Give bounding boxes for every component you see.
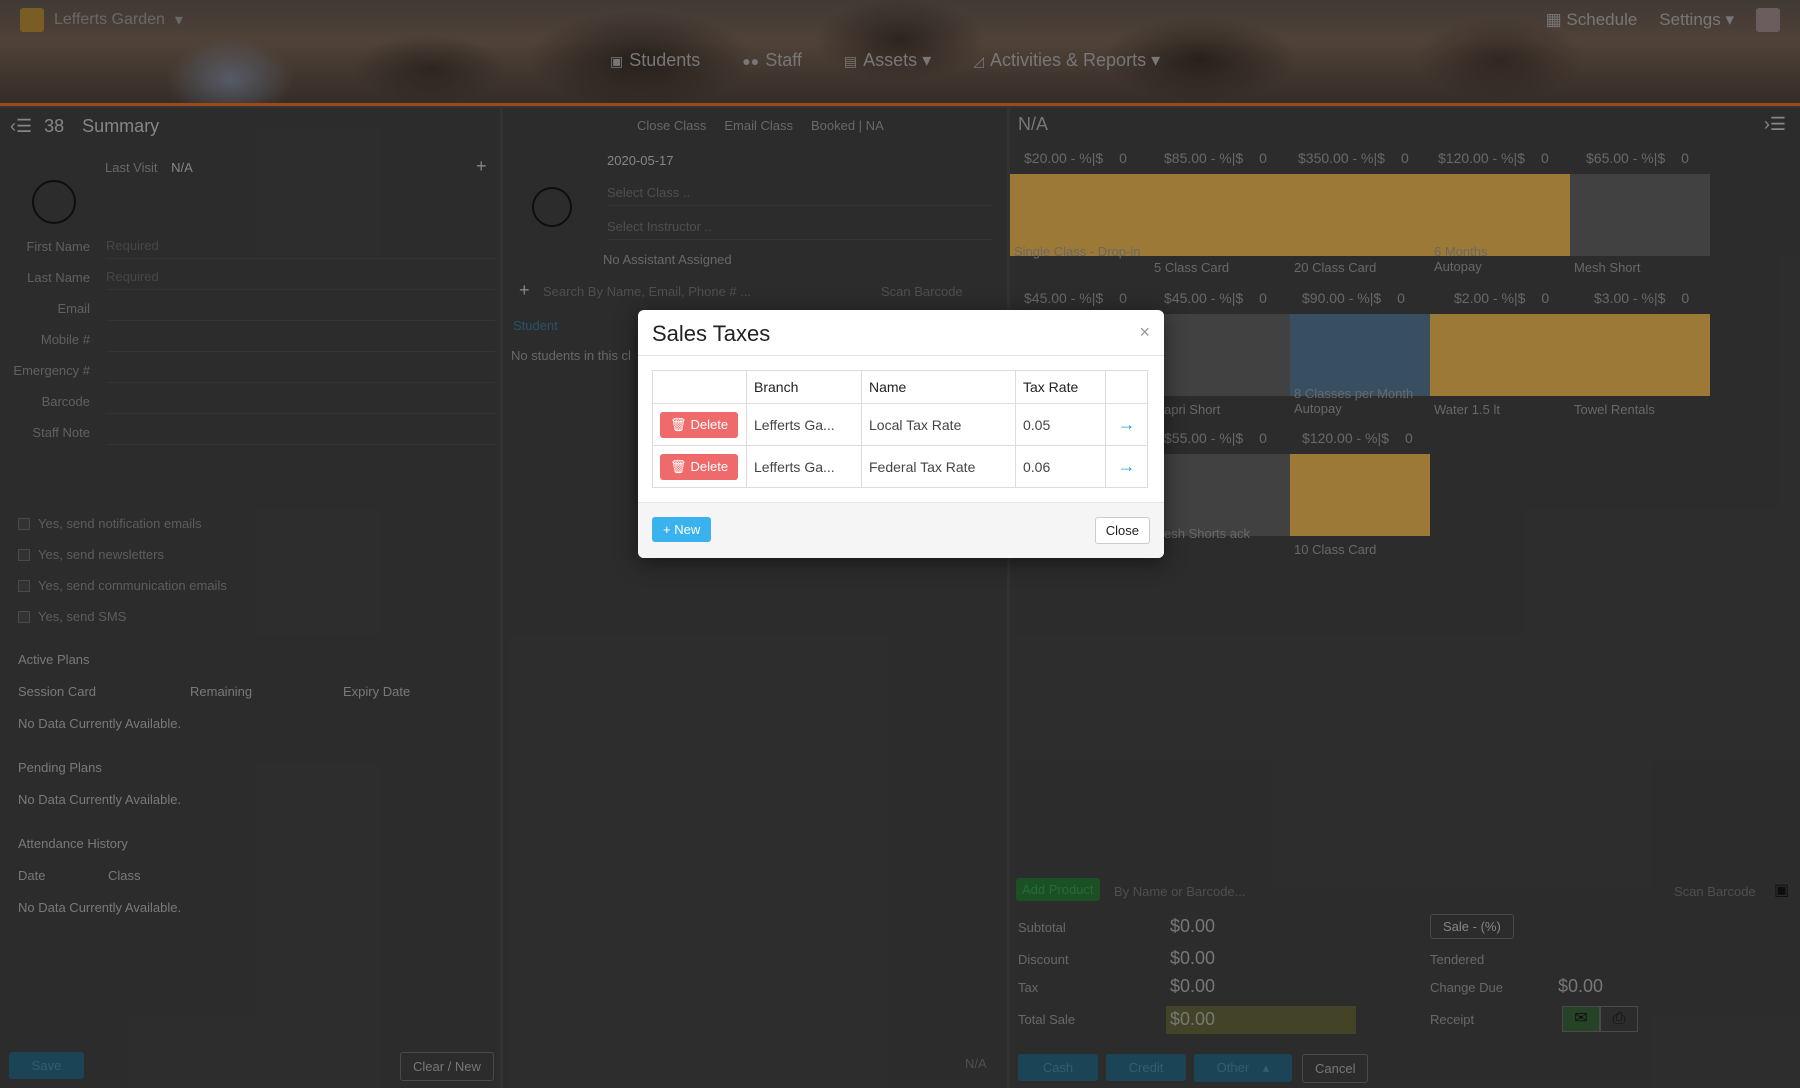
branch-cell: Lefferts Ga... (746, 403, 862, 446)
table-row: 🗑 Delete Lefferts Ga... Federal Tax Rate … (652, 445, 1148, 488)
column-header-open (1105, 370, 1148, 404)
tax-rate-cell: 0.05 (1015, 403, 1106, 446)
close-icon[interactable]: × (1139, 322, 1150, 343)
delete-button[interactable]: 🗑 Delete (660, 411, 739, 438)
column-header-name: Name (861, 370, 1016, 404)
column-header-actions (652, 370, 747, 404)
trash-icon: 🗑 (670, 416, 687, 432)
name-cell: Federal Tax Rate (861, 445, 1016, 488)
column-header-branch: Branch (746, 370, 862, 404)
plus-icon: + (663, 522, 675, 537)
close-button[interactable]: Close (1094, 517, 1150, 544)
new-tax-button[interactable]: + New (652, 517, 712, 542)
trash-icon: 🗑 (670, 458, 687, 474)
arrow-right-icon[interactable]: → (1118, 414, 1136, 434)
branch-cell: Lefferts Ga... (746, 445, 862, 488)
delete-button[interactable]: 🗑 Delete (660, 453, 739, 480)
sales-taxes-table: Branch Name Tax Rate 🗑 Delete Lefferts Ga… (652, 370, 1148, 488)
arrow-right-icon[interactable]: → (1118, 456, 1136, 476)
modal-title: Sales Taxes (652, 321, 771, 346)
column-header-tax-rate: Tax Rate (1015, 370, 1106, 404)
table-row: 🗑 Delete Lefferts Ga... Local Tax Rate 0.… (652, 403, 1148, 446)
name-cell: Local Tax Rate (861, 403, 1016, 446)
sales-taxes-modal: Sales Taxes × Branch Name Tax Rate 🗑 Dele… (638, 310, 1164, 558)
tax-rate-cell: 0.06 (1015, 445, 1106, 488)
